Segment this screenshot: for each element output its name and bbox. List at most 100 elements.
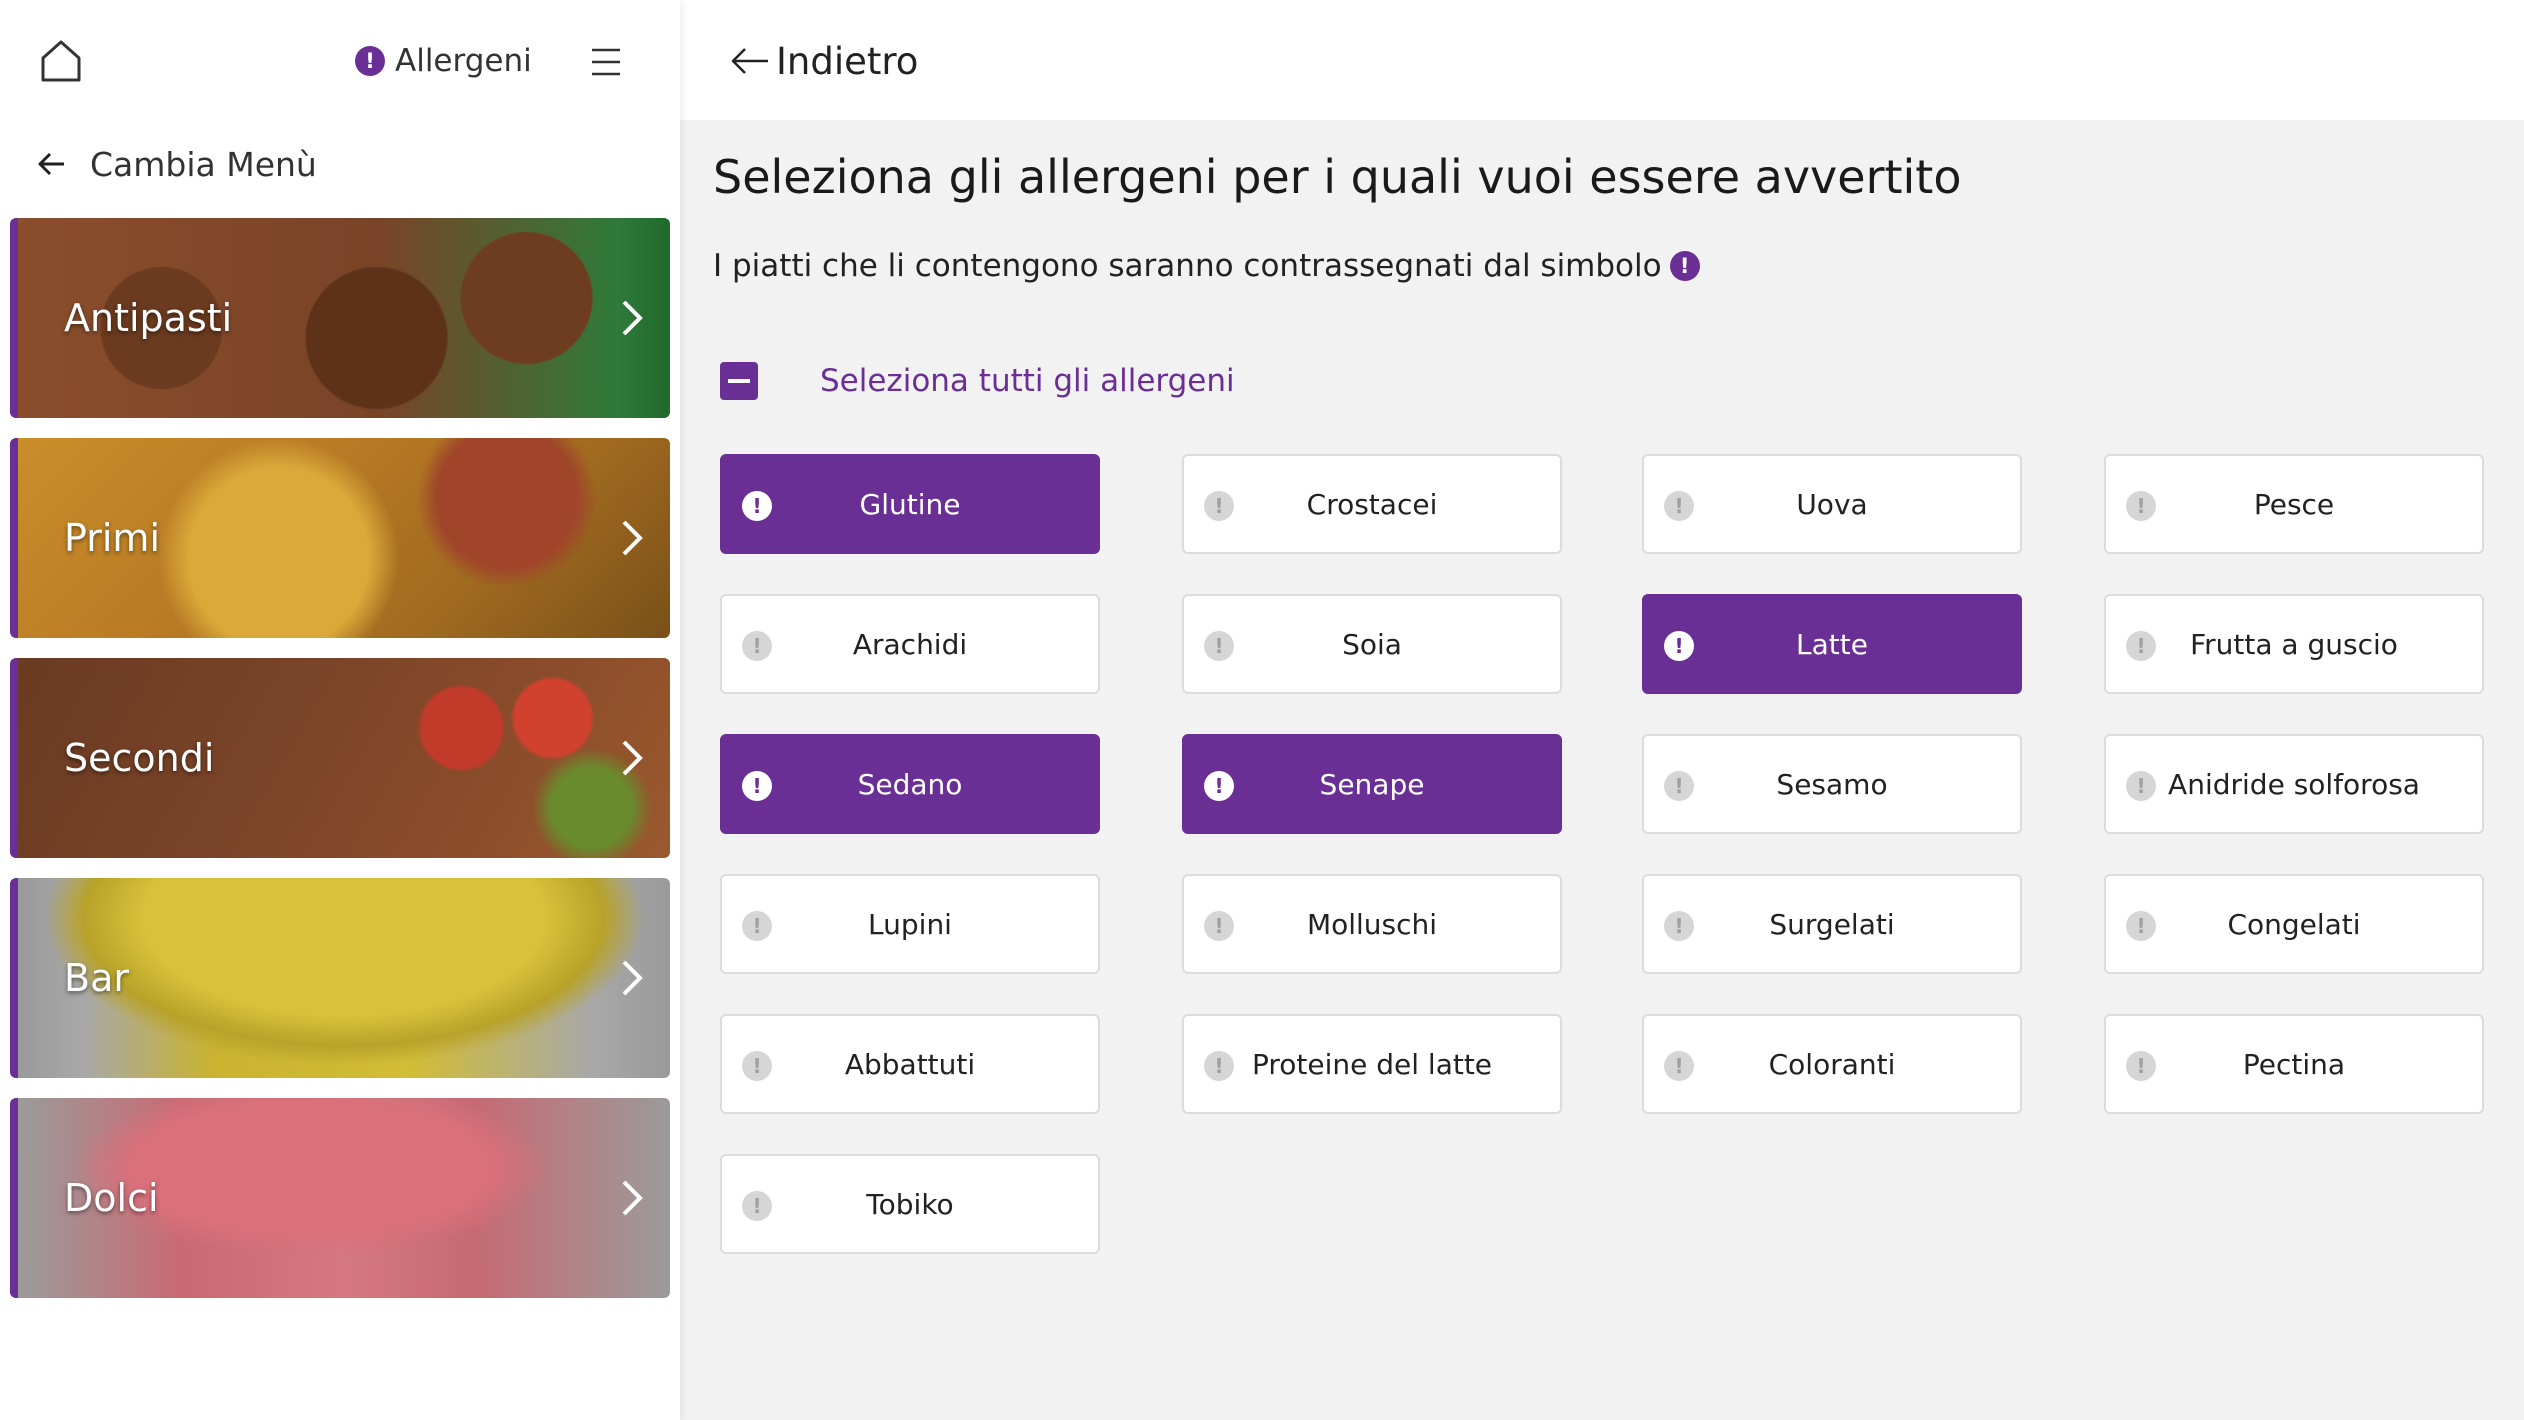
allergen-label: Pesce: [2253, 487, 2335, 521]
exclamation-circle-icon: !: [2126, 631, 2156, 661]
allergen-label: Proteine del latte: [1251, 1047, 1493, 1081]
exclamation-circle-icon: !: [2126, 1051, 2156, 1081]
main-header: Indietro: [680, 0, 2524, 120]
allergen-label: Coloranti: [1768, 1047, 1896, 1081]
allergen-label: Abbattuti: [844, 1047, 976, 1081]
allergen-label: Glutine: [859, 487, 961, 521]
indeterminate-checkbox-icon: [720, 362, 758, 400]
change-menu-button[interactable]: Cambia Menù: [36, 138, 317, 190]
allergen-label: Senape: [1319, 767, 1425, 801]
allergen-option[interactable]: ! Molluschi: [1182, 874, 1562, 974]
allergen-label: Crostacei: [1306, 487, 1438, 521]
category-bar[interactable]: Bar: [10, 878, 670, 1078]
category-label: Secondi: [64, 736, 215, 780]
allergen-label: Tobiko: [866, 1187, 954, 1221]
allergen-option[interactable]: ! Latte: [1642, 594, 2022, 694]
exclamation-circle-icon: !: [1664, 771, 1694, 801]
exclamation-circle-icon: !: [1664, 911, 1694, 941]
exclamation-circle-icon: !: [1204, 1051, 1234, 1081]
change-menu-label: Cambia Menù: [90, 144, 317, 184]
allergen-label: Lupini: [868, 907, 952, 941]
hamburger-icon: [592, 48, 620, 76]
page-title: Seleziona gli allergeni per i quali vuoi…: [713, 150, 1962, 204]
category-primi[interactable]: Primi: [10, 438, 670, 638]
home-icon: [41, 40, 81, 82]
allergen-option[interactable]: ! Coloranti: [1642, 1014, 2022, 1114]
menu-button[interactable]: [588, 44, 624, 80]
exclamation-circle-icon: !: [355, 46, 385, 76]
allergen-label: Sedano: [857, 767, 963, 801]
page-subtitle-text: I piatti che li contengono saranno contr…: [713, 248, 1662, 284]
allergen-label: Surgelati: [1769, 907, 1895, 941]
category-antipasti[interactable]: Antipasti: [10, 218, 670, 418]
exclamation-circle-icon: !: [742, 491, 772, 521]
allergen-option[interactable]: ! Arachidi: [720, 594, 1100, 694]
chevron-right-icon: [622, 740, 643, 776]
allergen-option[interactable]: ! Congelati: [2104, 874, 2484, 974]
category-secondi[interactable]: Secondi: [10, 658, 670, 858]
allergens-link[interactable]: ! Allergeni: [355, 36, 532, 86]
allergen-label: Arachidi: [852, 627, 968, 661]
arrow-left-icon: [38, 152, 64, 176]
allergen-option[interactable]: ! Glutine: [720, 454, 1100, 554]
home-button[interactable]: [36, 36, 86, 86]
exclamation-circle-icon: !: [2126, 911, 2156, 941]
sidebar-top-bar: ! Allergeni: [0, 0, 680, 124]
page-subtitle: I piatti che li contengono saranno contr…: [713, 248, 1700, 284]
exclamation-circle-icon: !: [1664, 631, 1694, 661]
allergen-option[interactable]: ! Frutta a guscio: [2104, 594, 2484, 694]
allergen-option[interactable]: ! Senape: [1182, 734, 1562, 834]
exclamation-circle-icon: !: [1669, 251, 1700, 281]
allergen-label: Congelati: [2227, 907, 2361, 941]
back-label: Indietro: [776, 39, 919, 83]
exclamation-circle-icon: !: [1204, 631, 1234, 661]
allergen-option[interactable]: ! Sesamo: [1642, 734, 2022, 834]
allergen-option[interactable]: ! Pesce: [2104, 454, 2484, 554]
allergen-label: Frutta a guscio: [2190, 627, 2398, 661]
chevron-right-icon: [622, 1180, 643, 1216]
allergen-label: Molluschi: [1306, 907, 1438, 941]
category-dolci[interactable]: Dolci: [10, 1098, 670, 1298]
exclamation-circle-icon: !: [742, 1051, 772, 1081]
exclamation-circle-icon: !: [742, 911, 772, 941]
allergen-option[interactable]: ! Uova: [1642, 454, 2022, 554]
category-label: Primi: [64, 516, 161, 560]
allergen-option[interactable]: ! Pectina: [2104, 1014, 2484, 1114]
exclamation-circle-icon: !: [1664, 1051, 1694, 1081]
arrow-left-icon: [731, 48, 768, 74]
exclamation-circle-icon: !: [1664, 491, 1694, 521]
select-all-label: Seleziona tutti gli allergeni: [820, 363, 1235, 399]
allergen-label: Latte: [1796, 627, 1868, 661]
sidebar: ! Allergeni Cambia Menù Antipasti Primi: [0, 0, 680, 1420]
allergen-label: Anidride solforosa: [2168, 767, 2420, 801]
allergen-option[interactable]: ! Proteine del latte: [1182, 1014, 1562, 1114]
chevron-right-icon: [622, 960, 643, 996]
allergen-option[interactable]: ! Crostacei: [1182, 454, 1562, 554]
allergens-link-label: Allergeni: [395, 43, 532, 79]
exclamation-circle-icon: !: [2126, 491, 2156, 521]
allergen-option[interactable]: ! Surgelati: [1642, 874, 2022, 974]
exclamation-circle-icon: !: [2126, 771, 2156, 801]
allergen-option[interactable]: ! Anidride solforosa: [2104, 734, 2484, 834]
exclamation-circle-icon: !: [1204, 771, 1234, 801]
allergen-option[interactable]: ! Lupini: [720, 874, 1100, 974]
exclamation-circle-icon: !: [742, 1191, 772, 1221]
chevron-right-icon: [622, 520, 643, 556]
allergen-label: Sesamo: [1776, 767, 1888, 801]
allergen-label: Soia: [1342, 627, 1402, 661]
allergen-label: Pectina: [2242, 1047, 2346, 1081]
allergen-option[interactable]: ! Tobiko: [720, 1154, 1100, 1254]
exclamation-circle-icon: !: [742, 771, 772, 801]
allergen-label: Uova: [1796, 487, 1868, 521]
exclamation-circle-icon: !: [1204, 491, 1234, 521]
exclamation-circle-icon: !: [742, 631, 772, 661]
select-all-checkbox[interactable]: Seleziona tutti gli allergeni: [720, 358, 1235, 404]
back-button[interactable]: Indietro: [730, 32, 918, 90]
exclamation-circle-icon: !: [1204, 911, 1234, 941]
category-label: Antipasti: [64, 296, 233, 340]
allergen-option[interactable]: ! Abbattuti: [720, 1014, 1100, 1114]
category-label: Bar: [64, 956, 129, 1000]
chevron-right-icon: [622, 300, 643, 336]
allergen-option[interactable]: ! Soia: [1182, 594, 1562, 694]
allergen-option[interactable]: ! Sedano: [720, 734, 1100, 834]
